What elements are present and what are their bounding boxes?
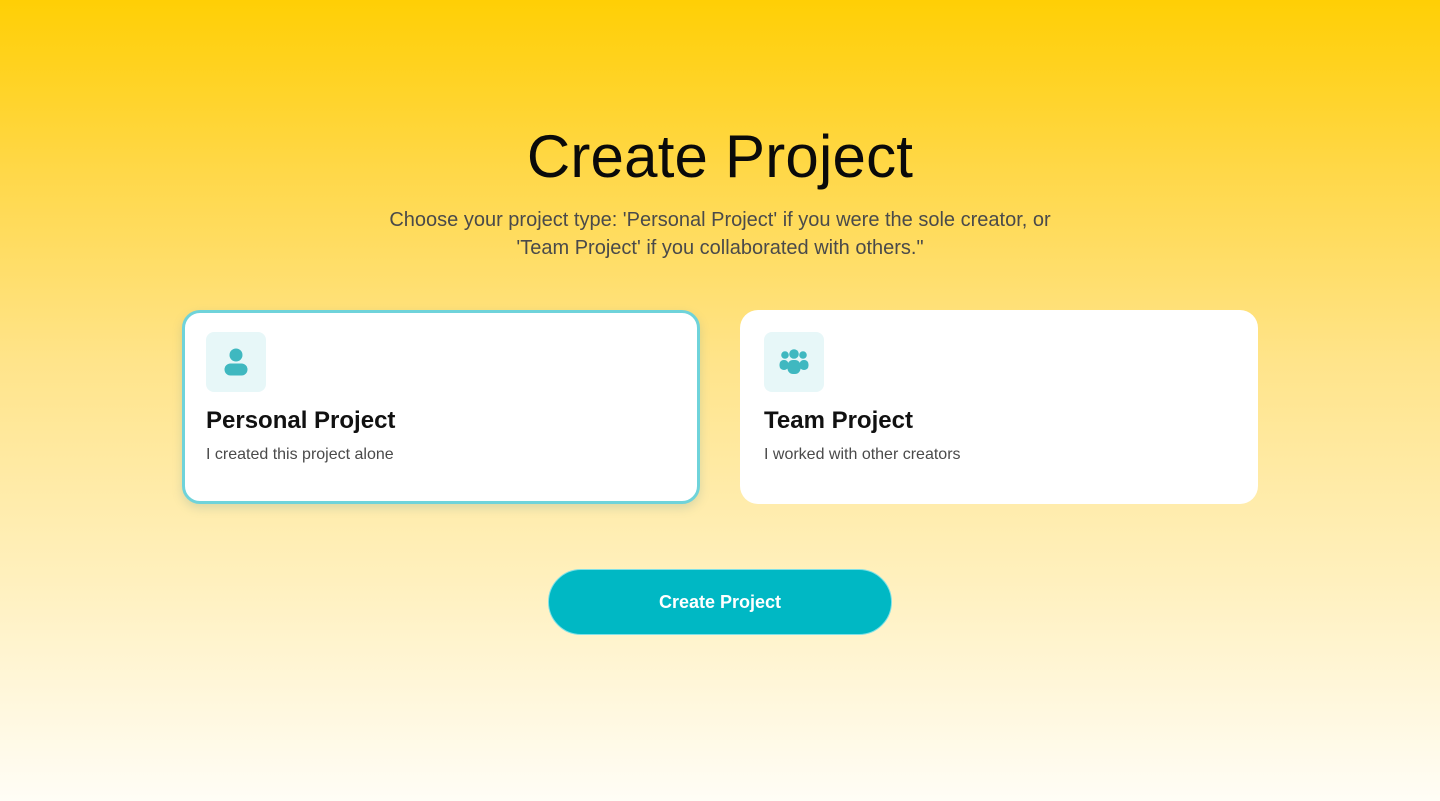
users-icon: [764, 332, 824, 392]
page-title: Create Project: [526, 123, 914, 190]
create-project-button[interactable]: Create Project: [548, 569, 892, 635]
personal-project-card[interactable]: Personal Project I created this project …: [182, 310, 700, 504]
personal-project-title: Personal Project: [206, 407, 396, 434]
team-project-description: I worked with other creators: [764, 446, 961, 463]
user-icon: [206, 332, 266, 392]
personal-project-description: I created this project alone: [206, 446, 394, 463]
page-subtitle: Choose your project type: 'Personal Proj…: [389, 209, 1051, 259]
team-project-card[interactable]: Team Project I worked with other creator…: [740, 310, 1258, 504]
team-project-title: Team Project: [764, 407, 913, 434]
